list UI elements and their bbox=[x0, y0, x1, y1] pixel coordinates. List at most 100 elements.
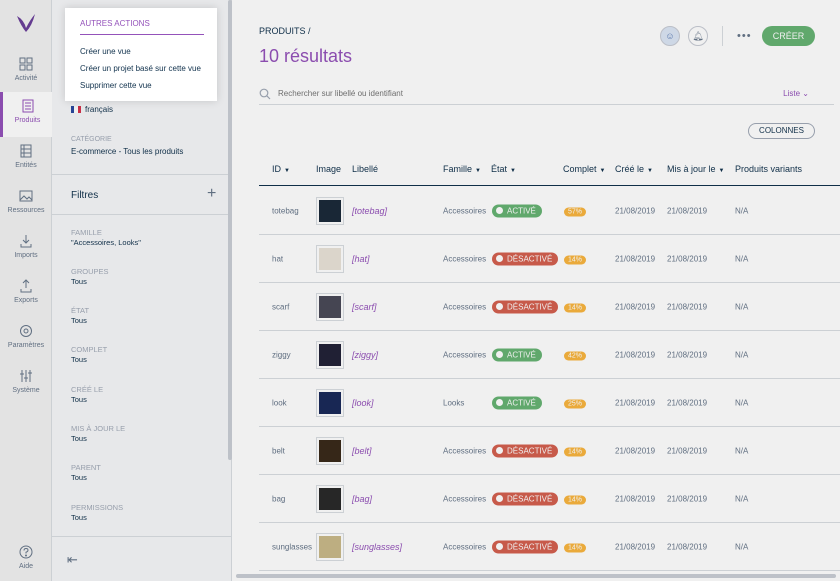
sort-caret-icon: ▼ bbox=[647, 168, 653, 174]
product-thumbnail bbox=[316, 437, 344, 465]
column-header-variants[interactable]: Produits variants bbox=[735, 164, 802, 174]
create-button[interactable]: CRÉER bbox=[762, 26, 815, 46]
table-row[interactable]: look [look] Looks ACTIVÉ 25% 21/08/2019 21/08/… bbox=[259, 379, 840, 427]
completeness-badge: 14% bbox=[564, 303, 587, 312]
view-selector[interactable]: Liste ⌄ bbox=[783, 89, 809, 98]
menu-title: AUTRES ACTIONS bbox=[80, 19, 204, 35]
column-header-status[interactable]: État ▼ bbox=[491, 164, 516, 174]
column-header-id[interactable]: ID ▼ bbox=[272, 164, 290, 174]
completeness-badge: 14% bbox=[564, 255, 587, 264]
product-thumbnail bbox=[316, 197, 344, 225]
nav-item-products[interactable]: Produits bbox=[0, 92, 52, 137]
filter-permissions[interactable]: PERMISSIONS Tous bbox=[71, 503, 123, 522]
filter-value: Tous bbox=[71, 316, 87, 325]
table-row[interactable]: hat [hat] Accessoires DÉSACTIVÉ 14% 21/08/201… bbox=[259, 235, 840, 283]
completeness-badge: 14% bbox=[564, 447, 587, 456]
filter-label: CRÉÉ LE bbox=[71, 385, 104, 394]
cell-label: [totebag] bbox=[352, 205, 388, 216]
nav-item-entities[interactable]: Entités bbox=[0, 137, 52, 182]
cell-family: Accessoires bbox=[443, 206, 487, 215]
cell-label: [bag] bbox=[352, 493, 373, 504]
column-header-family[interactable]: Famille ▼ bbox=[443, 164, 481, 174]
status-badge: ACTIVÉ bbox=[492, 204, 542, 217]
nav-label: Activité bbox=[14, 75, 38, 82]
cell-id: belt bbox=[272, 446, 285, 455]
cell-variants: N/A bbox=[735, 350, 749, 359]
cell-label: [look] bbox=[352, 397, 374, 408]
cell-id: totebag bbox=[272, 206, 299, 215]
filter-family[interactable]: FAMILLE "Accessoires, Looks" bbox=[71, 228, 141, 247]
table-row[interactable]: ziggy [ziggy] Accessoires ACTIVÉ 42% 21/08/20… bbox=[259, 331, 840, 379]
nav-item-system[interactable]: Système bbox=[0, 362, 52, 407]
completeness-badge: 25% bbox=[564, 399, 587, 408]
cell-id: ziggy bbox=[272, 350, 291, 359]
sort-caret-icon: ▼ bbox=[284, 168, 290, 174]
nav-item-exports[interactable]: Exports bbox=[0, 272, 52, 317]
filter-completeness[interactable]: COMPLET Tous bbox=[71, 345, 107, 364]
view-selector-label: Liste bbox=[783, 89, 801, 98]
table-row[interactable]: scarf [scarf] Accessoires DÉSACTIVÉ 14% 21/08… bbox=[259, 283, 840, 331]
cell-id: scarf bbox=[272, 302, 290, 311]
nav-item-help[interactable]: Aide bbox=[0, 538, 52, 581]
cell-updated: 21/08/2019 bbox=[667, 254, 708, 263]
filter-label: FAMILLE bbox=[71, 228, 102, 237]
bell-icon[interactable]: 🔔︎ bbox=[688, 26, 708, 46]
settings-icon bbox=[20, 325, 32, 337]
nav-item-settings[interactable]: Paramètres bbox=[0, 317, 52, 362]
entities-icon bbox=[20, 144, 32, 158]
menu-item-delete-view[interactable]: Supprimer cette vue bbox=[80, 81, 152, 90]
page-title: 10 résultats bbox=[259, 46, 353, 66]
filter-updated[interactable]: MIS À JOUR LE Tous bbox=[71, 424, 125, 443]
add-filter-icon[interactable]: + bbox=[207, 186, 216, 202]
column-header-created[interactable]: Créé le ▼ bbox=[615, 164, 653, 174]
table-row[interactable]: sunglasses [sunglasses] Accessoires DÉSACTI… bbox=[259, 523, 840, 571]
help-icon bbox=[19, 545, 33, 559]
sort-caret-icon: ▼ bbox=[475, 168, 481, 174]
divider bbox=[52, 174, 232, 175]
status-badge: DÉSACTIVÉ bbox=[492, 252, 559, 265]
table-row[interactable]: belt [belt] Accessoires DÉSACTIVÉ 14% 21/08/2… bbox=[259, 427, 840, 475]
table-row[interactable]: bag [bag] Accessoires DÉSACTIVÉ 14% 21/08/201… bbox=[259, 475, 840, 523]
search-input[interactable] bbox=[278, 89, 698, 98]
product-thumbnail bbox=[316, 533, 344, 561]
collapse-panel-icon[interactable]: ⇤ bbox=[67, 552, 78, 568]
nav-item-assets[interactable]: Ressources bbox=[0, 182, 52, 227]
cell-label: [hat] bbox=[352, 253, 370, 264]
column-header-label: Créé le bbox=[615, 164, 645, 174]
locale-switcher[interactable]: français bbox=[71, 105, 113, 114]
filter-created[interactable]: CRÉÉ LE Tous bbox=[71, 385, 103, 404]
column-header-updated[interactable]: Mis à jour le ▼ bbox=[667, 164, 724, 174]
menu-item-create-project[interactable]: Créer un projet basé sur cette vue bbox=[80, 64, 201, 73]
filter-parent[interactable]: PARENT Tous bbox=[71, 463, 101, 482]
columns-button[interactable]: COLONNES bbox=[748, 123, 815, 139]
cell-updated: 21/08/2019 bbox=[667, 206, 708, 215]
nav-item-imports[interactable]: Imports bbox=[0, 227, 52, 272]
column-header-label[interactable]: Libellé bbox=[352, 164, 378, 174]
filter-groups[interactable]: GROUPES Tous bbox=[71, 267, 109, 286]
more-actions-icon[interactable]: ••• bbox=[737, 30, 752, 42]
menu-item-create-view[interactable]: Créer une vue bbox=[80, 47, 131, 56]
akeneo-logo-icon[interactable] bbox=[14, 10, 38, 34]
column-header-label: État bbox=[491, 164, 508, 174]
completeness-badge: 14% bbox=[564, 495, 587, 504]
dashboard-icon bbox=[19, 57, 33, 71]
nav-label: Paramètres bbox=[7, 342, 45, 349]
cell-updated: 21/08/2019 bbox=[667, 494, 708, 503]
divider bbox=[52, 536, 232, 537]
breadcrumb[interactable]: PRODUITS / bbox=[259, 26, 311, 36]
cell-variants: N/A bbox=[735, 254, 749, 263]
nav-label: Produits bbox=[14, 117, 41, 124]
filter-status[interactable]: ÉTAT Tous bbox=[71, 306, 89, 325]
cell-updated: 21/08/2019 bbox=[667, 350, 708, 359]
chevron-down-icon: ⌄ bbox=[802, 89, 809, 98]
category-switcher[interactable]: E-commerce - Tous les produits bbox=[71, 147, 183, 156]
completeness-badge: 14% bbox=[564, 543, 587, 552]
horizontal-scrollbar[interactable] bbox=[236, 574, 836, 578]
sort-caret-icon: ▼ bbox=[599, 168, 606, 174]
table-row[interactable]: totebag [totebag] Accessoires ACTIVÉ 57% 21/0… bbox=[259, 187, 840, 235]
filter-label: ÉTAT bbox=[71, 306, 90, 315]
column-header-complete[interactable]: Complet ▼ bbox=[563, 164, 605, 174]
nav-item-activity[interactable]: Activité bbox=[0, 50, 52, 95]
filter-value: Tous bbox=[71, 473, 87, 482]
user-avatar[interactable]: ☺ bbox=[660, 26, 680, 46]
